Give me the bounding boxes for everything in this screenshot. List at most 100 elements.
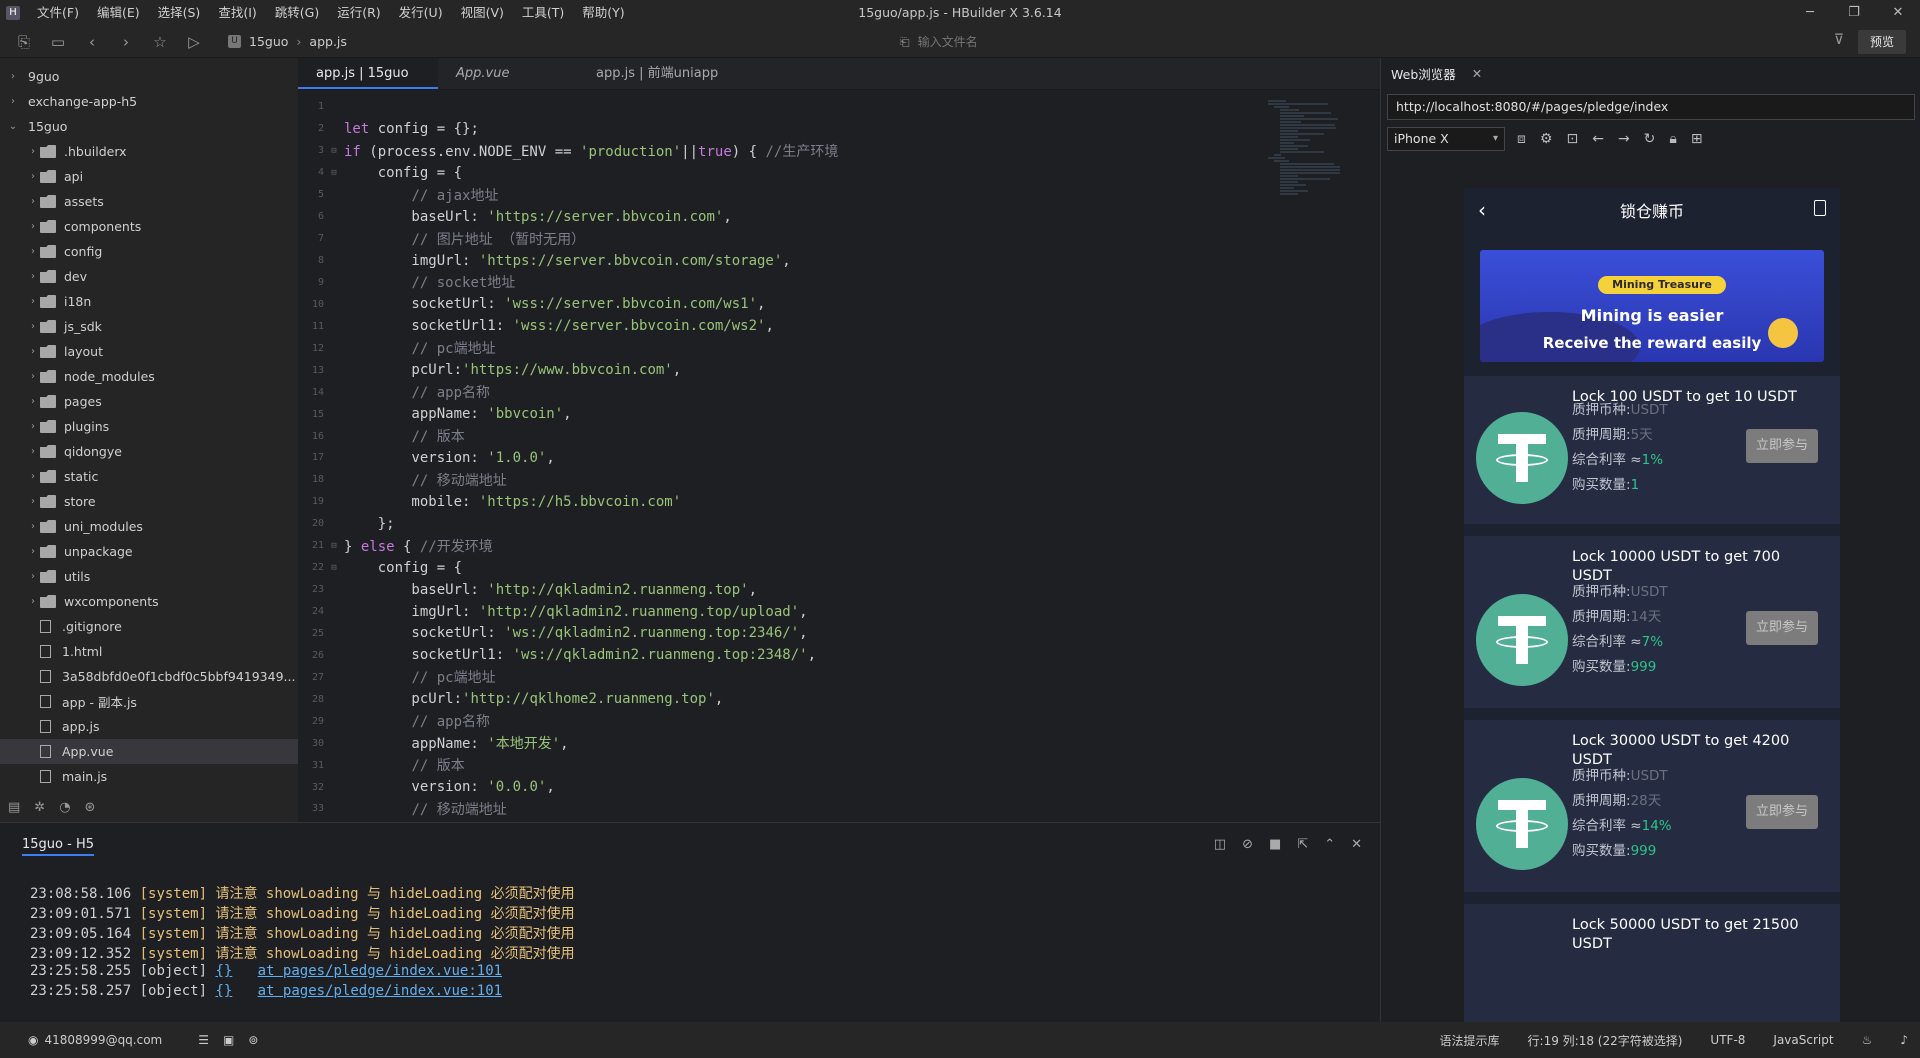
- chevron-right-icon[interactable]: ›: [26, 146, 40, 157]
- tree-folder[interactable]: › i18n: [0, 289, 298, 314]
- breadcrumb-project[interactable]: 15guo: [249, 34, 288, 49]
- join-button[interactable]: 立即参与: [1746, 429, 1818, 463]
- screenshot-icon[interactable]: ⧈: [1517, 131, 1526, 147]
- join-button[interactable]: 立即参与: [1746, 795, 1818, 829]
- console-source-link[interactable]: at pages/pledge/index.vue:101: [258, 983, 502, 999]
- fold-icon[interactable]: ⊟: [328, 563, 340, 573]
- browser-tab[interactable]: Web浏览器: [1391, 64, 1456, 83]
- file-search-input[interactable]: [917, 35, 1418, 49]
- tree-folder[interactable]: › api: [0, 164, 298, 189]
- chevron-right-icon[interactable]: ›: [26, 471, 40, 482]
- menu-item[interactable]: 文件(F): [28, 0, 88, 26]
- tree-folder[interactable]: › components: [0, 214, 298, 239]
- folder-icon[interactable]: ▤: [8, 800, 20, 815]
- code-line[interactable]: 30 appName: '本地开发',: [298, 732, 1298, 754]
- fold-icon[interactable]: ⊟: [328, 146, 340, 156]
- code-line[interactable]: 25 socketUrl: 'ws://qkladmin2.ruanmeng.t…: [298, 623, 1298, 645]
- chevron-right-icon[interactable]: ›: [26, 396, 40, 407]
- code-line[interactable]: 7 // 图片地址 （暂时无用）: [298, 228, 1298, 250]
- status-language[interactable]: JavaScript: [1773, 1033, 1833, 1047]
- tree-file[interactable]: app.js: [0, 714, 298, 739]
- code-line[interactable]: 28 pcUrl:'http://qklhome2.ruanmeng.top',: [298, 688, 1298, 710]
- status-position[interactable]: 行:19 列:18 (22字符被选择): [1528, 1032, 1683, 1049]
- minimize-icon[interactable]: ─: [1788, 0, 1832, 26]
- chevron-right-icon[interactable]: ›: [26, 496, 40, 507]
- tree-folder[interactable]: › node_modules: [0, 364, 298, 389]
- tree-folder[interactable]: › plugins: [0, 414, 298, 439]
- terminal-icon[interactable]: ▣: [223, 1033, 234, 1047]
- chevron-right-icon[interactable]: ›: [26, 271, 40, 282]
- chevron-right-icon[interactable]: ›: [26, 371, 40, 382]
- chevron-right-icon[interactable]: ›: [26, 246, 40, 257]
- run-icon[interactable]: ▷: [184, 32, 204, 52]
- code-line[interactable]: 13 pcUrl:'https://www.bbvcoin.com',: [298, 359, 1298, 381]
- code-line[interactable]: 22 ⊟ config = {: [298, 557, 1298, 579]
- code-line[interactable]: 15 appName: 'bbvcoin',: [298, 403, 1298, 425]
- menu-item[interactable]: 跳转(G): [266, 0, 328, 26]
- status-hint[interactable]: 语法提示库: [1440, 1032, 1500, 1049]
- chevron-right-icon[interactable]: ›: [26, 321, 40, 332]
- status-encoding[interactable]: UTF-8: [1710, 1033, 1745, 1047]
- code-line[interactable]: 12 // pc端地址: [298, 337, 1298, 359]
- tree-file[interactable]: .gitignore: [0, 614, 298, 639]
- editor-tab[interactable]: App.vue: [438, 58, 578, 89]
- code-line[interactable]: 26 socketUrl1: 'ws://qkladmin2.ruanmeng.…: [298, 644, 1298, 666]
- pledge-card[interactable]: Lock 10000 USDT to get 700 USDT 质押币种:USDT…: [1464, 536, 1840, 708]
- plugin-icon[interactable]: ⊛: [85, 800, 96, 815]
- bell-icon[interactable]: ♪: [1900, 1033, 1908, 1047]
- chevron-right-icon[interactable]: ›: [26, 571, 40, 582]
- chevron-right-icon[interactable]: ›: [26, 446, 40, 457]
- menu-item[interactable]: 工具(T): [513, 0, 573, 26]
- fold-icon[interactable]: ⊟: [328, 541, 340, 551]
- tree-file[interactable]: 3a58dbfd0e0f1cbdf0c5bbf9419349...: [0, 664, 298, 689]
- tree-folder[interactable]: › utils: [0, 564, 298, 589]
- code-line[interactable]: 10 socketUrl: 'wss://server.bbvcoin.com/…: [298, 293, 1298, 315]
- tree-project[interactable]: › exchange-app-h5: [0, 89, 298, 114]
- chevron-right-icon[interactable]: ›: [26, 196, 40, 207]
- menu-item[interactable]: 运行(R): [328, 0, 389, 26]
- tree-folder[interactable]: › unpackage: [0, 539, 298, 564]
- tree-project[interactable]: ⌄ 15guo: [0, 114, 298, 139]
- editor-tab[interactable]: app.js | 15guo: [298, 58, 438, 89]
- code-line[interactable]: 31 // 版本: [298, 754, 1298, 776]
- code-line[interactable]: 16 // 版本: [298, 425, 1298, 447]
- minimap[interactable]: [1268, 96, 1378, 296]
- code-line[interactable]: 2 let config = {};: [298, 118, 1298, 140]
- tree-file[interactable]: main.js: [0, 764, 298, 789]
- tree-file[interactable]: app - 副本.js: [0, 689, 298, 714]
- code-line[interactable]: 14 // app名称: [298, 381, 1298, 403]
- menu-item[interactable]: 选择(S): [149, 0, 210, 26]
- tree-project[interactable]: › 9guo: [0, 64, 298, 89]
- code-line[interactable]: 5 // ajax地址: [298, 184, 1298, 206]
- tree-file[interactable]: App.vue: [0, 739, 298, 764]
- console-icon[interactable]: ⊡: [1566, 131, 1578, 147]
- chevron-right-icon[interactable]: ›: [6, 96, 20, 107]
- chevron-down-icon[interactable]: ⌄: [6, 121, 20, 132]
- bookmark-star-icon[interactable]: ☆: [150, 32, 170, 52]
- pledge-card[interactable]: Lock 30000 USDT to get 4200 USDT 质押币种:USD…: [1464, 720, 1840, 892]
- code-line[interactable]: 21 ⊟} else { //开发环境: [298, 535, 1298, 557]
- chevron-right-icon[interactable]: ›: [26, 171, 40, 182]
- menu-item[interactable]: 发行(U): [390, 0, 452, 26]
- console-title[interactable]: 15guo - H5: [22, 837, 94, 856]
- pledge-card[interactable]: Lock 100 USDT to get 10 USDT 质押币种:USDT 质押周…: [1464, 376, 1840, 524]
- cloud-icon[interactable]: ⊚: [248, 1033, 258, 1047]
- tree-folder[interactable]: › layout: [0, 339, 298, 364]
- code-line[interactable]: 4 ⊟ config = {: [298, 162, 1298, 184]
- breadcrumb-file[interactable]: app.js: [309, 34, 347, 49]
- code-line[interactable]: 32 version: '0.0.0',: [298, 776, 1298, 798]
- new-file-icon[interactable]: ⎘: [14, 32, 34, 52]
- console-source-link[interactable]: at pages/pledge/index.vue:101: [258, 963, 502, 979]
- back-chevron-icon[interactable]: ‹: [1478, 198, 1486, 222]
- tree-folder[interactable]: › .hbuilderx: [0, 139, 298, 164]
- code-line[interactable]: 11 socketUrl1: 'wss://server.bbvcoin.com…: [298, 315, 1298, 337]
- record-document-icon[interactable]: [1814, 200, 1826, 216]
- code-line[interactable]: 17 version: '1.0.0',: [298, 447, 1298, 469]
- clear-icon[interactable]: ⊘: [1242, 837, 1253, 852]
- close-panel-icon[interactable]: ✕: [1351, 837, 1362, 852]
- save-icon[interactable]: ▭: [48, 32, 68, 52]
- code-line[interactable]: 6 baseUrl: 'https://server.bbvcoin.com',: [298, 206, 1298, 228]
- editor-tab[interactable]: app.js | 前端uniapp: [578, 58, 736, 89]
- code-line[interactable]: 9 // socket地址: [298, 272, 1298, 294]
- tree-folder[interactable]: › qidongye: [0, 439, 298, 464]
